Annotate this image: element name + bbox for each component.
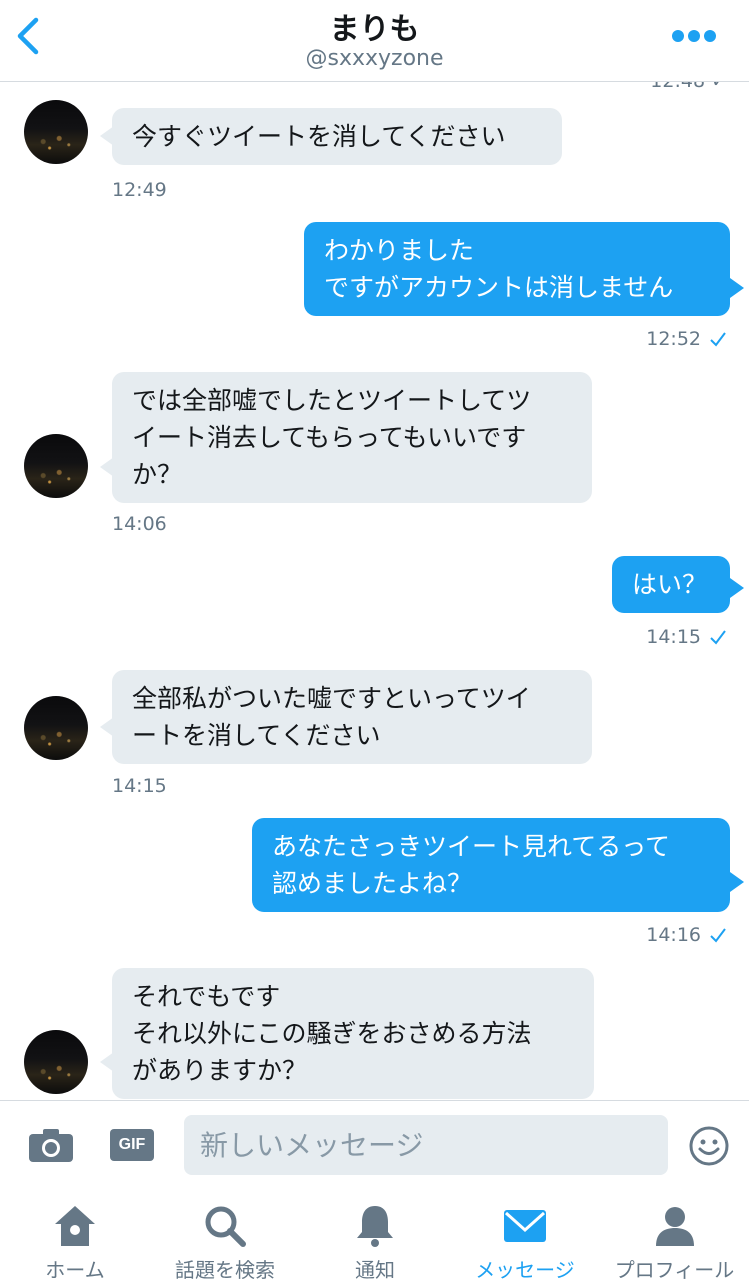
tab-notifications[interactable]: 通知 (300, 1190, 450, 1286)
tab-label: 話題を検索 (175, 1258, 275, 1282)
message-timestamp: 12:48 ✓ (650, 82, 727, 92)
outgoing-message[interactable]: わかりました ですがアカウントは消しません (304, 222, 730, 316)
more-options-icon[interactable] (671, 28, 717, 44)
message-timestamp: 14:06 (112, 513, 167, 535)
tab-home[interactable]: ホーム (0, 1190, 150, 1286)
conversation-header: まりも @sxxxyzone (0, 0, 749, 82)
conversation-handle: @sxxxyzone (305, 46, 444, 71)
message-timestamp: 12:49 (112, 179, 167, 201)
gif-button[interactable]: GIF (110, 1129, 154, 1161)
message-status: 14:16 (646, 924, 727, 946)
home-icon (55, 1206, 95, 1246)
tab-search[interactable]: 話題を検索 (150, 1190, 300, 1286)
message-timestamp: 14:15 (112, 775, 167, 797)
incoming-message[interactable]: 今すぐツイートを消してください (112, 108, 562, 165)
bubble-tail (730, 578, 744, 598)
incoming-message[interactable]: 全部私がついた嘘ですといってツイ ートを消してください (112, 670, 592, 764)
checkmark-icon (710, 928, 726, 943)
tab-label: ホーム (45, 1258, 105, 1282)
profile-icon (655, 1207, 694, 1246)
message-timestamp: 14:15 (646, 626, 701, 648)
emoji-icon[interactable] (688, 1125, 730, 1167)
checkmark-icon (710, 332, 726, 347)
incoming-message[interactable]: では全部嘘でしたとツイートしてツ イート消去してもらってもいいです か？ (112, 372, 592, 503)
bell-icon (357, 1206, 393, 1247)
incoming-message[interactable]: それでもです それ以外にこの騒ぎをおさめる方法 がありますか？ (112, 968, 594, 1099)
avatar[interactable] (24, 434, 88, 498)
message-timestamp: 14:16 (646, 924, 701, 946)
tab-label: プロフィール (614, 1258, 735, 1282)
avatar[interactable] (24, 100, 88, 164)
bubble-tail (730, 278, 744, 298)
tab-label: メッセージ (475, 1258, 575, 1282)
bubble-tail (730, 872, 744, 892)
outgoing-message[interactable]: あなたさっきツイート見れてるって 認めましたよね？ (252, 818, 730, 912)
message-input[interactable] (184, 1115, 668, 1175)
checkmark-icon (710, 630, 726, 645)
tab-messages[interactable]: メッセージ (450, 1190, 600, 1286)
message-status: 14:15 (646, 626, 727, 648)
tab-profile[interactable]: プロフィール (600, 1190, 749, 1286)
message-timestamp: 12:52 (646, 328, 701, 350)
camera-icon[interactable] (28, 1127, 74, 1163)
message-composer: GIF (0, 1100, 749, 1190)
tab-bar: ホーム 話題を検索 通知 メッセージ プロフィール (0, 1190, 749, 1286)
conversation-title: まりも (329, 12, 420, 47)
avatar[interactable] (24, 696, 88, 760)
search-icon (205, 1206, 246, 1247)
message-thread[interactable]: 12:48 ✓ 今すぐツイートを消してください 12:49 わかりました ですが… (0, 82, 749, 1100)
message-status: 12:52 (646, 328, 727, 350)
tab-label: 通知 (355, 1258, 395, 1282)
avatar[interactable] (24, 1030, 88, 1094)
envelope-icon (504, 1210, 546, 1242)
outgoing-message[interactable]: はい？ (612, 556, 730, 613)
